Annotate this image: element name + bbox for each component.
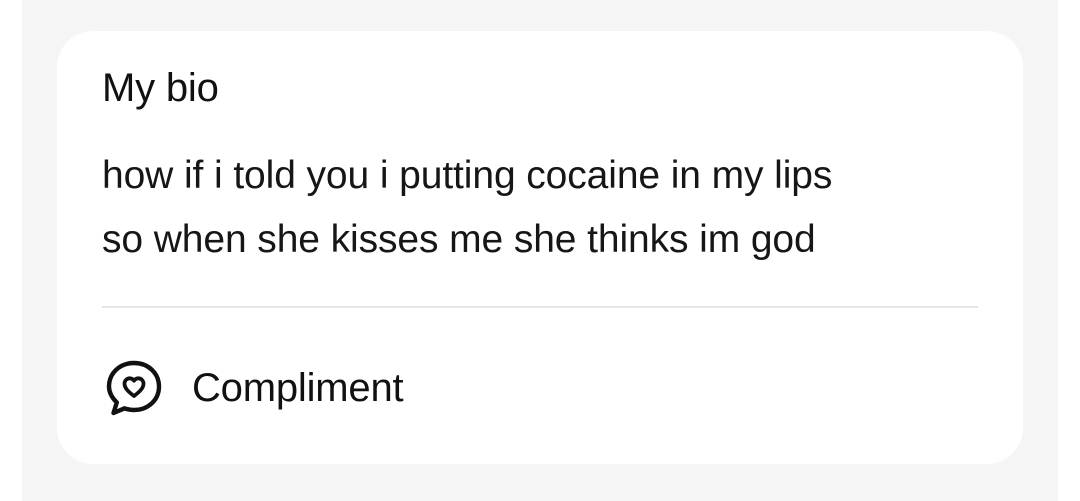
bio-title: My bio	[102, 66, 219, 110]
bio-card: My bio how if i told you i putting cocai…	[57, 31, 1023, 464]
bio-text: how if i told you i putting cocaine in m…	[102, 154, 833, 261]
heart-speech-bubble-icon	[101, 355, 167, 421]
compliment-label: Compliment	[192, 366, 404, 410]
compliment-button[interactable]: Compliment	[101, 355, 404, 421]
divider	[102, 306, 978, 308]
